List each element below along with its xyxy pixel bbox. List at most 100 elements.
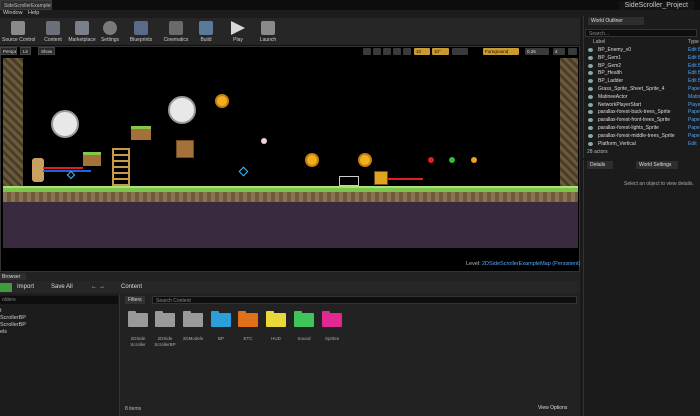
actor-type[interactable]: Matin [688, 94, 700, 100]
visibility-eye-icon[interactable] [588, 126, 593, 130]
outliner-row[interactable]: BP_Gem2 Edit BP [585, 63, 700, 71]
view-foreground-button[interactable]: Foreground [483, 48, 519, 55]
outliner-row[interactable]: Platform_Vertical Edit [585, 141, 700, 149]
settings-button[interactable]: Settings [94, 20, 126, 44]
transform-move-icon[interactable] [363, 48, 371, 55]
outliner-row[interactable]: Grass_Sprite_Sheet_Sprite_4 Paper [585, 86, 700, 94]
grid-snap-value[interactable]: 10 [414, 48, 430, 55]
view-options-button[interactable]: View Options [538, 405, 567, 411]
tree-item[interactable]: ScrollerBP [0, 315, 26, 321]
actor-type[interactable]: Edit BP [688, 55, 700, 61]
surface-snap-icon[interactable] [403, 48, 411, 55]
tree-item[interactable]: ScrollerBP [0, 322, 26, 328]
world-local-icon[interactable] [393, 48, 401, 55]
folder-icon[interactable] [266, 311, 286, 327]
folder-icon[interactable] [128, 311, 148, 327]
content-button[interactable]: Content [37, 20, 69, 44]
actor-type[interactable]: Edit BP [688, 47, 700, 53]
visibility-eye-icon[interactable] [588, 133, 593, 138]
outliner-row[interactable]: BP_Health Edit BP [585, 70, 700, 78]
folder-icon[interactable] [211, 311, 231, 327]
document-tab[interactable]: SideScrollerExampleMap [0, 0, 52, 10]
visibility-eye-icon[interactable] [588, 48, 593, 52]
cinematics-button[interactable]: Cinematics [160, 20, 192, 44]
import-button[interactable]: Import [14, 283, 46, 292]
actor-type[interactable]: Edit BP [688, 70, 700, 76]
visibility-eye-icon[interactable] [588, 71, 593, 76]
source-control-button[interactable]: Source Control [2, 20, 35, 44]
visibility-eye-icon[interactable] [588, 102, 593, 107]
tab-content-browser[interactable]: Browser [0, 273, 26, 280]
outliner-row[interactable]: BP_Ladder Edit BP [585, 78, 700, 86]
tab-world-settings[interactable]: World Settings [636, 161, 678, 169]
outliner-row[interactable]: MatineeActor Matin [585, 94, 700, 102]
outliner-row[interactable]: NetworkPlayerStart Playe [585, 102, 700, 110]
folder-label: 2DSide ScrollerBP [154, 336, 176, 347]
outliner-row[interactable]: parallax-forest-front-trees_Sprite Paper [585, 117, 700, 125]
show-button[interactable]: Show [38, 47, 56, 55]
lit-button[interactable]: Lit [20, 47, 31, 55]
blueprints-button[interactable]: Blueprints [125, 20, 157, 44]
actor-type[interactable]: Edit BP [688, 63, 700, 69]
blueprint-icon [134, 21, 148, 35]
visibility-eye-icon[interactable] [588, 63, 593, 68]
tab-world-outliner[interactable]: World Outliner [588, 17, 644, 25]
folder-icon[interactable] [294, 311, 314, 327]
forward-arrow-icon[interactable]: → [96, 283, 105, 292]
search-folders-input[interactable]: olders [0, 296, 118, 304]
tree-item[interactable]: els [0, 329, 7, 335]
visibility-eye-icon[interactable] [588, 79, 593, 84]
menu-window[interactable]: Window [3, 10, 23, 16]
filters-button[interactable]: Filters [125, 296, 145, 304]
outliner-row[interactable]: BP_Gem1 Edit BP [585, 55, 700, 63]
folder-icon[interactable] [155, 311, 175, 327]
actor-type[interactable]: Paper [688, 133, 700, 139]
menu-help[interactable]: Help [28, 10, 39, 16]
visibility-eye-icon[interactable] [588, 94, 593, 99]
actor-type[interactable]: Paper [688, 109, 700, 115]
transform-rotate-icon[interactable] [373, 48, 381, 55]
breadcrumb-content[interactable]: Content [118, 283, 145, 292]
perspective-button[interactable]: Perspective [0, 47, 17, 55]
launch-button[interactable]: Launch [252, 20, 284, 44]
outliner-search-input[interactable]: Search... [585, 29, 697, 37]
content-search-input[interactable]: Search Content [152, 296, 577, 304]
folder-tab [294, 311, 302, 314]
outliner-row[interactable]: BP_Enemy_v0 Edit BP [585, 47, 700, 55]
actor-type[interactable]: Paper [688, 117, 700, 123]
visibility-eye-icon[interactable] [588, 110, 593, 115]
col-type[interactable]: Type [688, 39, 699, 45]
save-all-button[interactable]: Save All [48, 283, 84, 292]
col-label[interactable]: Label [593, 39, 605, 45]
tree-item[interactable]: t [0, 308, 2, 314]
folder-label: 2DModels [182, 336, 204, 341]
actor-label: Grass_Sprite_Sheet_Sprite_4 [598, 86, 665, 92]
camera-speed-step[interactable]: 4 [553, 48, 565, 55]
outliner-row[interactable]: parallax-forest-lights_Sprite Paper [585, 125, 700, 133]
rotation-snap-value[interactable]: 10° [432, 48, 449, 55]
actor-type[interactable]: Playe [688, 102, 700, 108]
outliner-row[interactable]: parallax-forest-back-trees_Sprite Paper [585, 109, 700, 117]
visibility-eye-icon[interactable] [588, 87, 593, 91]
play-button[interactable]: Play [222, 20, 254, 44]
tab-details[interactable]: Details [587, 161, 613, 169]
actor-type[interactable]: Edit [688, 141, 697, 147]
build-button[interactable]: Build [190, 20, 222, 44]
folder-icon[interactable] [238, 311, 258, 327]
transform-scale-icon[interactable] [383, 48, 391, 55]
actor-type[interactable]: Edit BP [688, 78, 700, 84]
back-arrow-icon[interactable]: ← [88, 283, 97, 292]
ground-dirt [3, 192, 578, 202]
outliner-row[interactable]: parallax-forest-middle-trees_Sprite Paper [585, 133, 700, 141]
visibility-eye-icon[interactable] [588, 141, 593, 146]
actor-type[interactable]: Paper [688, 125, 700, 131]
actor-type[interactable]: Paper [688, 86, 700, 92]
visibility-eye-icon[interactable] [588, 118, 593, 123]
maximize-viewport-icon[interactable] [568, 48, 577, 55]
folder-icon[interactable] [322, 311, 342, 327]
camera-speed-value[interactable]: 0.25 [525, 48, 549, 55]
add-new-button[interactable] [0, 283, 12, 292]
scale-snap-icon[interactable] [452, 48, 468, 55]
visibility-eye-icon[interactable] [588, 55, 593, 60]
folder-icon[interactable] [183, 311, 203, 327]
